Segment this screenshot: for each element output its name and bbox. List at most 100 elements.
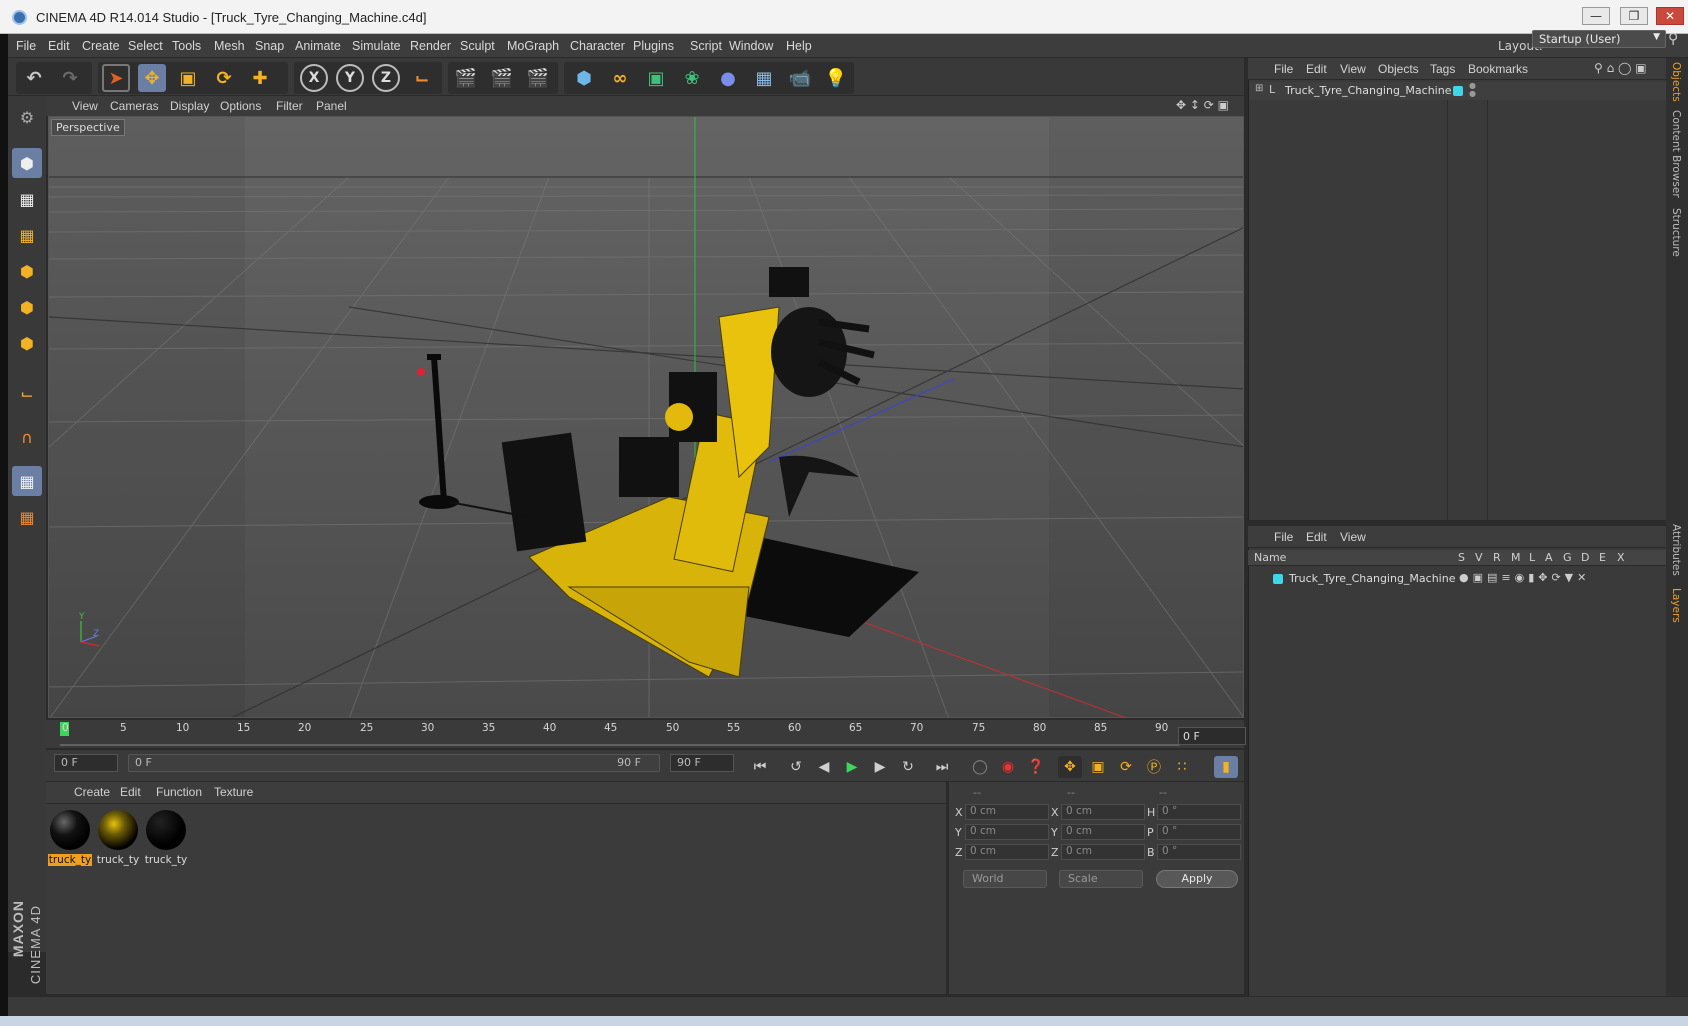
object-name[interactable]: Truck_Tyre_Changing_Machine <box>1285 84 1451 97</box>
add-light-button[interactable]: 💡 <box>822 64 850 92</box>
tab-structure[interactable]: Structure <box>1670 208 1682 257</box>
layer-color-tag[interactable] <box>1453 86 1463 96</box>
menu-help[interactable]: Help <box>786 39 812 53</box>
live-selection-button[interactable]: ➤ <box>102 64 130 92</box>
expand-icon[interactable]: ⊞ <box>1255 83 1263 94</box>
menu-mesh[interactable]: Mesh <box>214 39 245 53</box>
viewport-menu-cameras[interactable]: Cameras <box>110 99 159 113</box>
locked-workplane-button[interactable]: ▦ <box>12 502 42 532</box>
tab-attributes[interactable]: Attributes <box>1670 524 1682 576</box>
layer-name[interactable]: Truck_Tyre_Changing_Machine <box>1289 572 1455 585</box>
material-menu-create[interactable]: Create <box>74 785 110 799</box>
go-to-start-button[interactable]: ⏮ <box>748 756 772 778</box>
make-editable-button[interactable]: ⚙ <box>12 102 42 132</box>
polygons-mode-button[interactable]: ⬢ <box>12 328 42 358</box>
tab-objects[interactable]: Objects <box>1670 62 1682 102</box>
close-button[interactable]: ✕ <box>1656 7 1684 25</box>
material-menu-texture[interactable]: Texture <box>214 785 253 799</box>
snap-button[interactable]: ∩ <box>12 422 42 452</box>
menu-plugins[interactable]: Plugins <box>633 39 674 53</box>
pos-x-field[interactable]: 0 cm <box>965 804 1049 820</box>
object-menu-tags[interactable]: Tags <box>1430 62 1455 76</box>
workplane-lock-button[interactable]: ▦ <box>12 466 42 496</box>
col-manager[interactable]: M <box>1511 551 1521 564</box>
menu-script[interactable]: Script <box>690 39 722 53</box>
layer-menu-file[interactable]: File <box>1274 530 1293 544</box>
lock-x-axis-button[interactable]: X <box>300 64 328 92</box>
minimize-button[interactable]: — <box>1582 7 1610 25</box>
col-xref[interactable]: X <box>1617 551 1625 564</box>
menu-character[interactable]: Character <box>570 39 625 53</box>
col-animation[interactable]: A <box>1545 551 1553 564</box>
col-solo[interactable]: S <box>1458 551 1465 564</box>
restore-button[interactable]: ❐ <box>1620 7 1648 25</box>
menu-tools[interactable]: Tools <box>172 39 201 53</box>
viewport-menu-view[interactable]: View <box>72 99 98 113</box>
object-menu-edit[interactable]: Edit <box>1306 62 1327 76</box>
parameter-key-button[interactable]: Ⓟ <box>1142 756 1166 778</box>
camera-label[interactable]: Perspective <box>51 119 125 136</box>
edges-mode-button[interactable]: ⬢ <box>12 292 42 322</box>
viewport-menu-display[interactable]: Display <box>170 99 209 113</box>
lock-z-axis-button[interactable]: Z <box>372 64 400 92</box>
coordinate-system-button[interactable]: ⌙ <box>408 64 436 92</box>
add-cube-button[interactable]: ⬢ <box>570 64 598 92</box>
timeline-ruler[interactable]: 0 5 10 15 20 25 30 35 40 45 50 55 60 65 … <box>46 720 1244 748</box>
next-frame-button[interactable]: ▶ <box>868 756 892 778</box>
render-picture-viewer-button[interactable]: 🎬 <box>488 64 516 92</box>
lock-y-axis-button[interactable]: Y <box>336 64 364 92</box>
col-expressions[interactable]: E <box>1599 551 1606 564</box>
menu-file[interactable]: File <box>16 39 36 53</box>
texture-mode-button[interactable]: ▦ <box>12 184 42 214</box>
recent-tool-button[interactable]: ✚ <box>246 64 274 92</box>
visibility-dots-icon[interactable]: ● ● <box>1469 82 1476 98</box>
viewport-menu-options[interactable]: Options <box>220 99 261 113</box>
col-view[interactable]: V <box>1475 551 1483 564</box>
object-search-icon[interactable]: ⚲ ⌂ ◯ ▣ <box>1594 61 1647 75</box>
add-spline-button[interactable]: ∞ <box>606 64 634 92</box>
menu-edit[interactable]: Edit <box>48 39 70 53</box>
scale-tool-button[interactable]: ▣ <box>174 64 202 92</box>
menu-select[interactable]: Select <box>128 39 163 53</box>
search-icon[interactable]: ⚲ <box>1668 31 1678 47</box>
undo-button[interactable]: ↶ <box>20 64 48 92</box>
material-menu-edit[interactable]: Edit <box>120 785 141 799</box>
col-locked[interactable]: L <box>1529 551 1535 564</box>
end-frame-field[interactable]: 90 F <box>670 754 734 772</box>
redo-button[interactable]: ↷ <box>56 64 84 92</box>
coordinate-mode-dropdown[interactable]: World <box>963 870 1047 888</box>
menu-simulate[interactable]: Simulate <box>352 39 401 53</box>
col-generators[interactable]: G <box>1563 551 1572 564</box>
autokey-button[interactable]: ◉ <box>996 756 1020 778</box>
keyframe-selection-button[interactable]: ❓ <box>1024 756 1048 778</box>
apply-button[interactable]: Apply <box>1156 870 1238 888</box>
size-x-field[interactable]: 0 cm <box>1061 804 1145 820</box>
material-menu-function[interactable]: Function <box>156 785 202 799</box>
rotate-tool-button[interactable]: ⟳ <box>210 64 238 92</box>
workplane-mode-button[interactable]: ▦ <box>12 220 42 250</box>
viewport-nav-icons[interactable]: ✥ ↕ ⟳ ▣ <box>1176 98 1229 112</box>
pos-y-field[interactable]: 0 cm <box>965 824 1049 840</box>
point-level-button[interactable]: ∷ <box>1170 756 1194 778</box>
timeline-button[interactable]: ▮ <box>1214 756 1238 778</box>
add-floor-button[interactable]: ▦ <box>750 64 778 92</box>
col-render[interactable]: R <box>1493 551 1501 564</box>
frame-range-slider[interactable]: 0 F 90 F <box>128 754 660 772</box>
add-camera-button[interactable]: 📹 <box>786 64 814 92</box>
go-to-end-button[interactable]: ⏭ <box>930 756 954 778</box>
rotation-key-button[interactable]: ⟳ <box>1114 756 1138 778</box>
play-button[interactable]: ▶ <box>840 756 864 778</box>
move-tool-button[interactable]: ✥ <box>138 64 166 92</box>
col-deformers[interactable]: D <box>1581 551 1589 564</box>
record-keys-button[interactable]: ◯ <box>968 756 992 778</box>
material-swatch[interactable]: truck_ty <box>96 808 140 868</box>
add-deformer-button[interactable]: ● <box>714 64 742 92</box>
viewport-menu-filter[interactable]: Filter <box>276 99 303 113</box>
render-settings-button[interactable]: 🎬 <box>524 64 552 92</box>
tab-layers[interactable]: Layers <box>1670 588 1682 623</box>
next-key-button[interactable]: ↻ <box>896 756 920 778</box>
axis-mode-button[interactable]: ⌙ <box>12 378 42 408</box>
size-y-field[interactable]: 0 cm <box>1061 824 1145 840</box>
menu-mograph[interactable]: MoGraph <box>507 39 559 53</box>
layer-row[interactable]: Truck_Tyre_Changing_Machine ●▣▤≡◉▮✥⟳▼✕ <box>1249 570 1667 588</box>
